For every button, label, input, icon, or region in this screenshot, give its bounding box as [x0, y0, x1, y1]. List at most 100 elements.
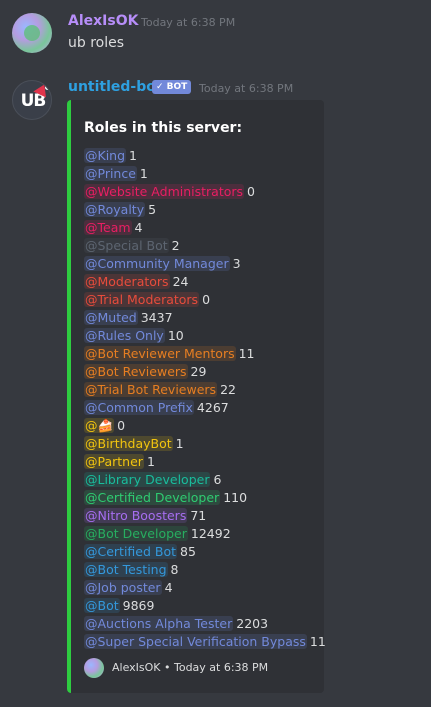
role-mention[interactable]: @Special Bot	[84, 238, 169, 253]
role-mention[interactable]: @BirthdayBot	[84, 436, 173, 451]
role-mention[interactable]: @🍰	[84, 418, 115, 433]
santa-hat-ball-icon	[45, 85, 50, 90]
message-timestamp: Today at 6:38 PM	[199, 82, 294, 95]
avatar-glyph	[24, 25, 40, 41]
role-line: @Library Developer 6	[84, 471, 320, 489]
role-line: @Job poster 4	[84, 579, 320, 597]
role-mention[interactable]: @Community Manager	[84, 256, 230, 271]
role-line: @Royalty 5	[84, 201, 320, 219]
role-mention[interactable]: @Prince	[84, 166, 137, 181]
role-member-count: 29	[190, 364, 207, 379]
role-line: @Community Manager 3	[84, 255, 320, 273]
role-mention[interactable]: @Certified Bot	[84, 544, 178, 559]
role-line: @Rules Only 10	[84, 327, 320, 345]
bot-avatar[interactable]: UB	[12, 80, 52, 120]
roles-embed: Roles in this server: @King 1 @Prince 1 @Web…	[67, 100, 326, 693]
role-member-count: 1	[129, 148, 137, 163]
role-line: @Prince 1	[84, 165, 320, 183]
role-line: @Common Prefix 4267	[84, 399, 320, 417]
role-line: @🍰 0	[84, 417, 320, 435]
role-line: @Bot Reviewers 29	[84, 363, 320, 381]
role-line: @Certified Developer 110	[84, 489, 320, 507]
role-line: @Moderators 24	[84, 273, 320, 291]
role-mention[interactable]: @King	[84, 148, 127, 163]
role-mention[interactable]: @Website Administrators	[84, 184, 245, 199]
role-member-count: 11	[309, 634, 326, 649]
role-mention[interactable]: @Royalty	[84, 202, 146, 217]
role-member-count: 4267	[196, 400, 229, 415]
role-mention[interactable]: @Certified Developer	[84, 490, 221, 505]
role-member-count: 24	[172, 274, 189, 289]
role-member-count: 1	[146, 454, 155, 469]
role-mention[interactable]: @Team	[84, 220, 132, 235]
role-line: @Partner 1	[84, 453, 320, 471]
role-line: @Bot Testing 8	[84, 561, 320, 579]
role-mention[interactable]: @Trial Moderators	[84, 292, 200, 307]
role-member-count: 1	[175, 436, 184, 451]
bot-tag: ✓ BOT	[152, 80, 192, 94]
role-list: @King 1 @Prince 1 @Website Administrators 0 @R…	[84, 147, 326, 651]
user-avatar[interactable]	[12, 13, 52, 53]
role-mention[interactable]: @Common Prefix	[84, 400, 194, 415]
role-line: @BirthdayBot 1	[84, 435, 320, 453]
role-member-count: 0	[247, 184, 255, 199]
username-alexisok[interactable]: AlexIsOK	[68, 13, 138, 29]
embed-title: Roles in this server:	[84, 120, 243, 136]
role-member-count: 22	[220, 382, 236, 397]
role-mention[interactable]: @Partner	[84, 454, 144, 469]
role-member-count: 110	[223, 490, 248, 505]
role-member-count: 71	[190, 508, 207, 523]
role-member-count: 3	[232, 256, 241, 271]
role-member-count: 12492	[190, 526, 231, 541]
role-member-count: 5	[148, 202, 157, 217]
role-line: @Bot Developer 12492	[84, 525, 320, 543]
role-line: @Team 4	[84, 219, 320, 237]
embed-footer: AlexIsOK • Today at 6:38 PM	[112, 661, 269, 674]
role-mention[interactable]: @Library Developer	[84, 472, 211, 487]
role-mention[interactable]: @Job poster	[84, 580, 162, 595]
role-mention[interactable]: @Muted	[84, 310, 138, 325]
role-line: @Super Special Verification Bypass 11	[84, 633, 326, 651]
role-line: @Website Administrators 0	[84, 183, 320, 201]
role-member-count: 10	[167, 328, 184, 343]
role-member-count: 0	[117, 418, 126, 433]
role-line: @Bot Reviewer Mentors 11	[84, 345, 320, 363]
role-line: @Auctions Alpha Tester 2203	[84, 615, 320, 633]
role-mention[interactable]: @Nitro Boosters	[84, 508, 188, 523]
role-member-count: 2203	[236, 616, 269, 631]
role-line: @Nitro Boosters 71	[84, 507, 320, 525]
role-mention[interactable]: @Bot Reviewer Mentors	[84, 346, 236, 361]
embed-accent-bar	[67, 100, 71, 693]
role-member-count: 4	[164, 580, 173, 595]
role-member-count: 1	[139, 166, 148, 181]
role-line: @Trial Bot Reviewers 22	[84, 381, 320, 399]
role-line: @Certified Bot 85	[84, 543, 320, 561]
role-mention[interactable]: @Rules Only	[84, 328, 165, 343]
message-content: ub roles	[68, 35, 125, 51]
role-member-count: 4	[134, 220, 143, 235]
message-timestamp: Today at 6:38 PM	[141, 16, 236, 29]
role-member-count: 2	[171, 238, 180, 253]
role-member-count: 11	[238, 346, 255, 361]
role-mention[interactable]: @Bot	[84, 598, 120, 613]
role-mention[interactable]: @Auctions Alpha Tester	[84, 616, 234, 631]
role-mention[interactable]: @Super Special Verification Bypass	[84, 634, 307, 649]
role-line: @King 1	[84, 147, 320, 165]
role-mention[interactable]: @Bot Developer	[84, 526, 188, 541]
role-member-count: 3437	[140, 310, 173, 325]
role-mention[interactable]: @Bot Testing	[84, 562, 168, 577]
role-line: @Trial Moderators 0	[84, 291, 320, 309]
role-mention[interactable]: @Bot Reviewers	[84, 364, 188, 379]
role-mention[interactable]: @Moderators	[84, 274, 170, 289]
role-member-count: 6	[213, 472, 222, 487]
role-member-count: 9869	[122, 598, 155, 613]
role-member-count: 8	[170, 562, 179, 577]
role-mention[interactable]: @Trial Bot Reviewers	[84, 382, 218, 397]
username-untitled-bot[interactable]: untitled-bot	[68, 79, 163, 95]
role-member-count: 85	[180, 544, 196, 559]
role-line: @Bot 9869	[84, 597, 320, 615]
role-member-count: 0	[202, 292, 211, 307]
footer-avatar	[84, 658, 104, 678]
role-line: @Muted 3437	[84, 309, 320, 327]
role-line: @Special Bot 2	[84, 237, 320, 255]
